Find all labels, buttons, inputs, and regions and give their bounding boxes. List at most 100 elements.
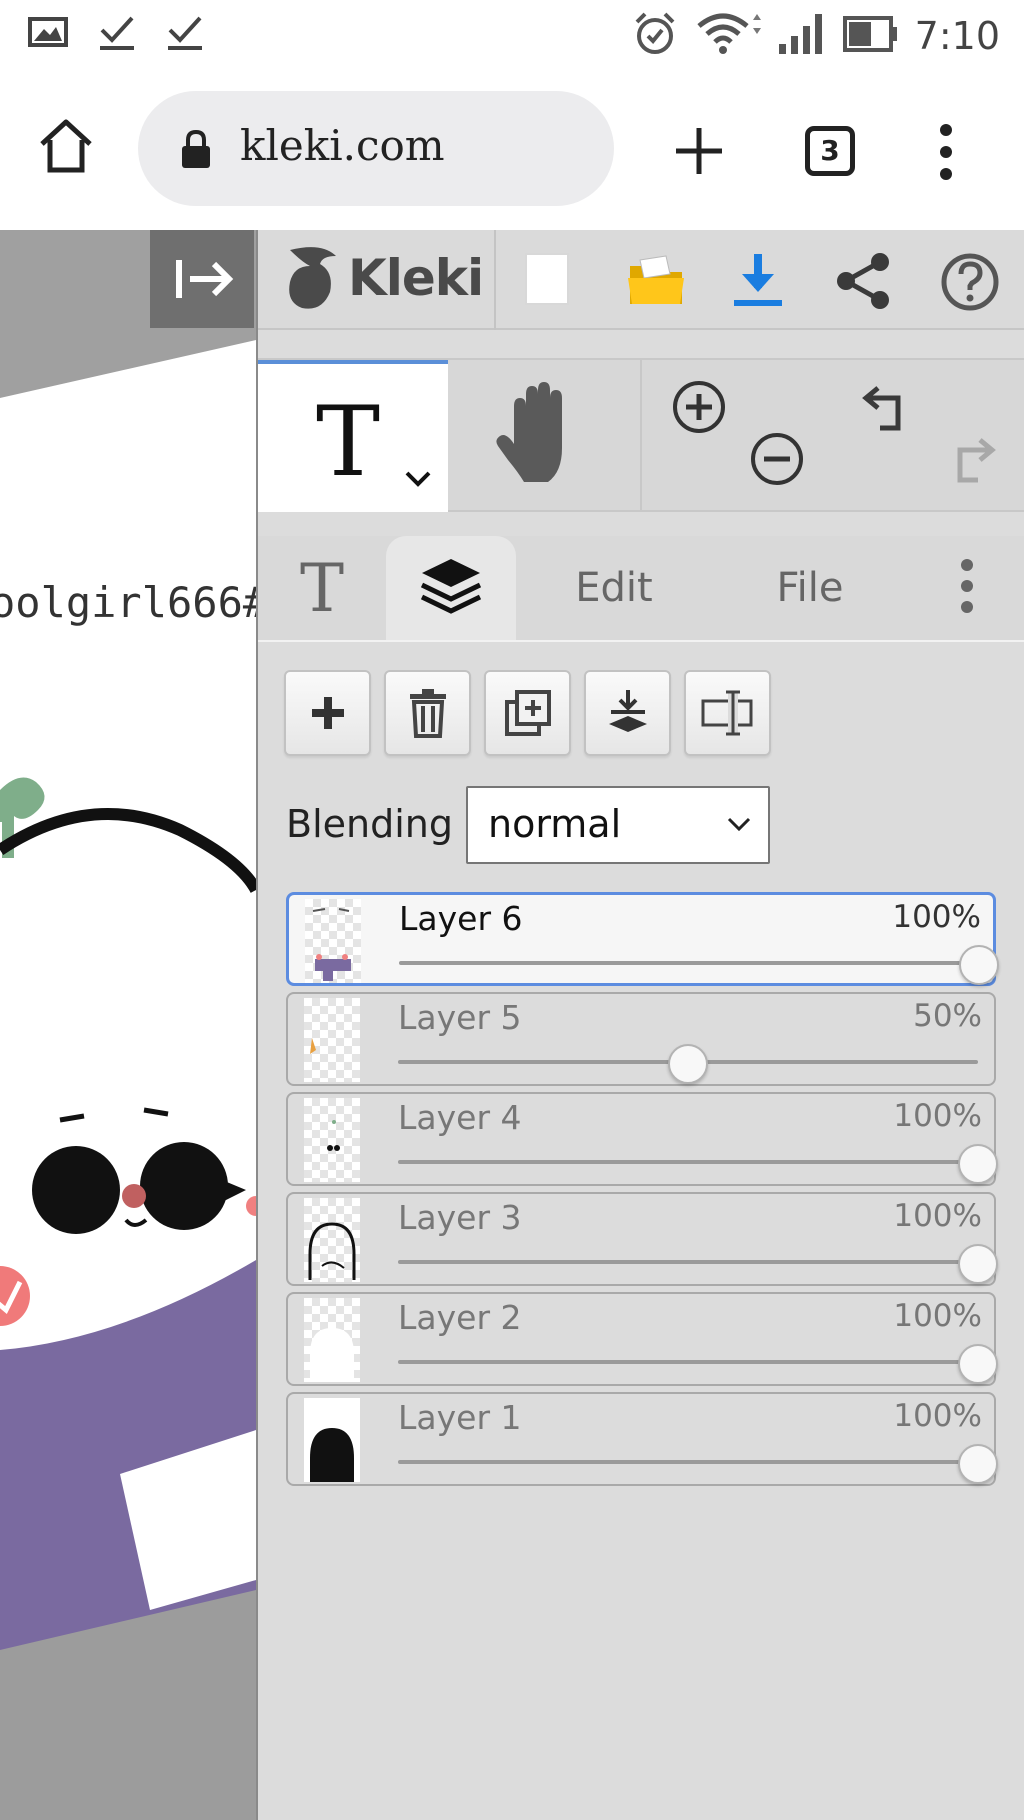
tab-switcher-button[interactable]: 3 xyxy=(805,126,855,176)
divider xyxy=(640,360,642,512)
blending-select[interactable]: normal xyxy=(466,786,770,864)
text-tab-icon: T xyxy=(299,549,345,627)
alarm-icon xyxy=(631,10,679,62)
opacity-slider-knob[interactable] xyxy=(959,945,999,985)
layer-name: Layer 1 xyxy=(398,1398,522,1437)
layer-opacity-value: 100% xyxy=(893,1198,982,1234)
zoom-out-icon[interactable] xyxy=(748,430,806,492)
clock: 7:10 xyxy=(914,14,1000,58)
layer-opacity-value: 50% xyxy=(913,998,982,1034)
opacity-slider-track[interactable] xyxy=(398,1360,978,1364)
app-top-bar: Kleki xyxy=(258,230,1024,330)
layer-opacity-value: 100% xyxy=(893,1098,982,1134)
chevron-down-icon[interactable] xyxy=(404,470,432,492)
tab-edit-label: Edit xyxy=(575,565,653,611)
tab-edit[interactable]: Edit xyxy=(516,536,712,640)
hand-tool-icon xyxy=(496,382,562,482)
home-icon[interactable] xyxy=(36,116,96,176)
new-tab-button[interactable] xyxy=(672,124,726,182)
panel-tabs: T Edit File xyxy=(258,536,1024,642)
merge-down-button[interactable] xyxy=(584,670,671,756)
layer-row[interactable]: Layer 5 50% xyxy=(286,992,996,1086)
delete-layer-icon xyxy=(409,689,446,738)
open-folder-icon[interactable] xyxy=(626,252,686,312)
layer-name: Layer 3 xyxy=(398,1198,522,1237)
drawing-canvas[interactable]: oolgirl666# xyxy=(0,230,256,1820)
undo-icon[interactable] xyxy=(862,382,918,438)
canvas-text: oolgirl666# xyxy=(0,578,256,627)
layer-name: Layer 4 xyxy=(398,1098,522,1137)
tool-row: T xyxy=(258,358,1024,512)
kleki-logo[interactable]: Kleki xyxy=(282,242,484,314)
layer-thumbnail xyxy=(304,1398,360,1482)
layer-opacity-value: 100% xyxy=(893,1298,982,1334)
rename-layer-icon xyxy=(701,690,752,736)
share-icon[interactable] xyxy=(834,252,892,314)
zoom-in-icon[interactable] xyxy=(670,378,728,440)
layer-opacity-value: 100% xyxy=(892,899,981,935)
layer-row[interactable]: Layer 2 100% xyxy=(286,1292,998,1386)
opacity-slider-track[interactable] xyxy=(398,1460,978,1464)
hand-tool-button[interactable] xyxy=(448,360,640,512)
layer-row[interactable]: Layer 3 100% xyxy=(286,1192,998,1286)
opacity-slider-track[interactable] xyxy=(398,1160,978,1164)
signal-icon xyxy=(777,12,827,60)
battery-icon xyxy=(842,16,899,56)
opacity-slider-knob[interactable] xyxy=(958,1244,998,1284)
blending-label: Blending xyxy=(286,802,453,846)
delete-layer-button[interactable] xyxy=(384,670,471,756)
duplicate-layer-button[interactable] xyxy=(484,670,571,756)
kleki-logo-icon xyxy=(289,247,336,309)
duplicate-layer-icon xyxy=(504,690,551,736)
layer-row[interactable]: Layer 4 100% xyxy=(286,1092,998,1186)
download-icon[interactable] xyxy=(732,252,784,312)
check-icon xyxy=(98,12,136,56)
blending-value: normal xyxy=(488,802,622,846)
add-layer-icon xyxy=(311,697,344,729)
status-bar: 7:10 xyxy=(0,0,1024,76)
tab-text[interactable]: T xyxy=(258,536,386,640)
tab-more[interactable] xyxy=(908,536,1024,640)
tab-file-label: File xyxy=(776,565,844,611)
layer-tool-buttons xyxy=(284,670,771,756)
tab-layers[interactable] xyxy=(386,536,516,640)
opacity-slider-knob[interactable] xyxy=(958,1344,998,1384)
tab-file[interactable]: File xyxy=(712,536,908,640)
text-tool-button[interactable]: T xyxy=(258,360,448,512)
collapse-panel-button[interactable] xyxy=(150,230,254,328)
opacity-slider-track[interactable] xyxy=(398,1260,978,1264)
canvas-artwork xyxy=(0,340,256,1820)
url-text: kleki.com xyxy=(240,121,445,170)
layer-list: Layer 6 100% Layer 5 50% Layer 4 100% La… xyxy=(286,892,999,1492)
layer-thumbnail xyxy=(304,1198,360,1282)
browser-toolbar: kleki.com 3 xyxy=(0,76,1024,226)
redo-icon[interactable] xyxy=(940,434,996,490)
layer-opacity-value: 100% xyxy=(893,1398,982,1434)
layer-thumbnail xyxy=(304,1098,360,1182)
overflow-menu-icon[interactable] xyxy=(936,122,956,186)
opacity-slider-knob[interactable] xyxy=(958,1144,998,1184)
blending-row: Blending normal xyxy=(286,786,1006,866)
layer-thumbnail xyxy=(304,998,360,1082)
layer-row[interactable]: Layer 6 100% xyxy=(286,892,999,986)
rename-layer-button[interactable] xyxy=(684,670,771,756)
new-image-icon[interactable] xyxy=(524,252,570,310)
layer-name: Layer 5 xyxy=(398,998,522,1037)
gallery-icon xyxy=(28,15,68,53)
opacity-slider-knob[interactable] xyxy=(958,1444,998,1484)
add-layer-button[interactable] xyxy=(284,670,371,756)
layer-thumbnail xyxy=(304,1298,360,1382)
layer-row[interactable]: Layer 1 100% xyxy=(286,1392,998,1486)
merge-down-icon xyxy=(608,690,647,732)
layer-thumbnail xyxy=(305,899,361,983)
divider xyxy=(494,230,496,330)
opacity-slider-knob[interactable] xyxy=(668,1044,708,1084)
address-bar[interactable]: kleki.com xyxy=(138,91,614,206)
kleki-side-panel: Kleki T T Edit File Blending normal Laye… xyxy=(256,230,1024,1820)
logo-text: Kleki xyxy=(348,249,484,307)
chevron-down-icon xyxy=(726,816,752,836)
check-icon xyxy=(166,12,204,56)
help-icon[interactable] xyxy=(938,252,1002,316)
opacity-slider-track[interactable] xyxy=(399,961,979,965)
layers-tab-icon xyxy=(418,555,484,621)
